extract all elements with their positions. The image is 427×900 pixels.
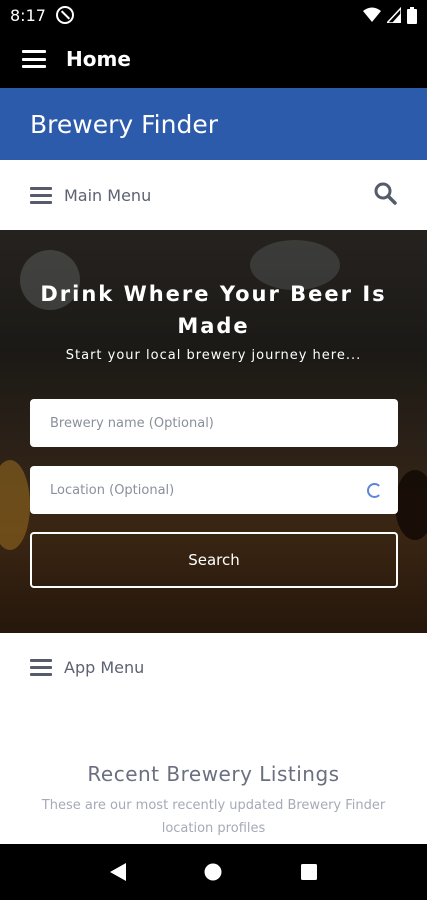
locate-icon[interactable] (367, 483, 382, 498)
brewery-name-input[interactable] (50, 415, 350, 431)
signal-icon (387, 7, 401, 23)
back-icon[interactable] (98, 852, 138, 892)
battery-icon (407, 6, 417, 24)
hero-section: Drink Where Your Beer Is Made Start your… (0, 230, 427, 633)
hero-heading: Drink Where Your Beer Is Made (40, 282, 387, 338)
app-bar-title: Home (66, 47, 131, 71)
status-time: 8:17 (10, 5, 46, 25)
location-input[interactable] (50, 482, 350, 498)
location-field[interactable] (30, 466, 398, 514)
app-bar: Home (0, 30, 427, 88)
brewery-name-field[interactable] (30, 399, 398, 447)
do-not-disturb-icon (55, 6, 74, 24)
system-navigation-bar (0, 844, 427, 900)
search-button[interactable]: Search (30, 532, 398, 588)
recents-icon[interactable] (289, 852, 329, 892)
home-icon[interactable] (193, 852, 233, 892)
search-icon[interactable] (373, 181, 397, 210)
site-header: Brewery Finder (0, 88, 427, 160)
wifi-icon (363, 7, 381, 22)
status-bar: 8:17 (0, 0, 427, 30)
main-menu-icon[interactable] (30, 186, 52, 204)
hero-subheading: Start your local brewery journey here... (65, 348, 362, 363)
recent-listings-title: Recent Brewery Listings (87, 762, 340, 786)
drawer-menu-icon[interactable] (22, 50, 46, 68)
app-menu-icon[interactable] (30, 658, 52, 676)
main-menu-bar: Main Menu (0, 160, 427, 230)
status-icons (363, 6, 417, 24)
app-menu-bar: App Menu (0, 633, 427, 701)
site-brand-link[interactable]: Brewery Finder (30, 110, 218, 139)
recent-listings-description: These are our most recently updated Brew… (41, 798, 386, 836)
main-menu-toggle[interactable]: Main Menu (64, 186, 151, 205)
app-menu-toggle[interactable]: App Menu (64, 658, 144, 677)
